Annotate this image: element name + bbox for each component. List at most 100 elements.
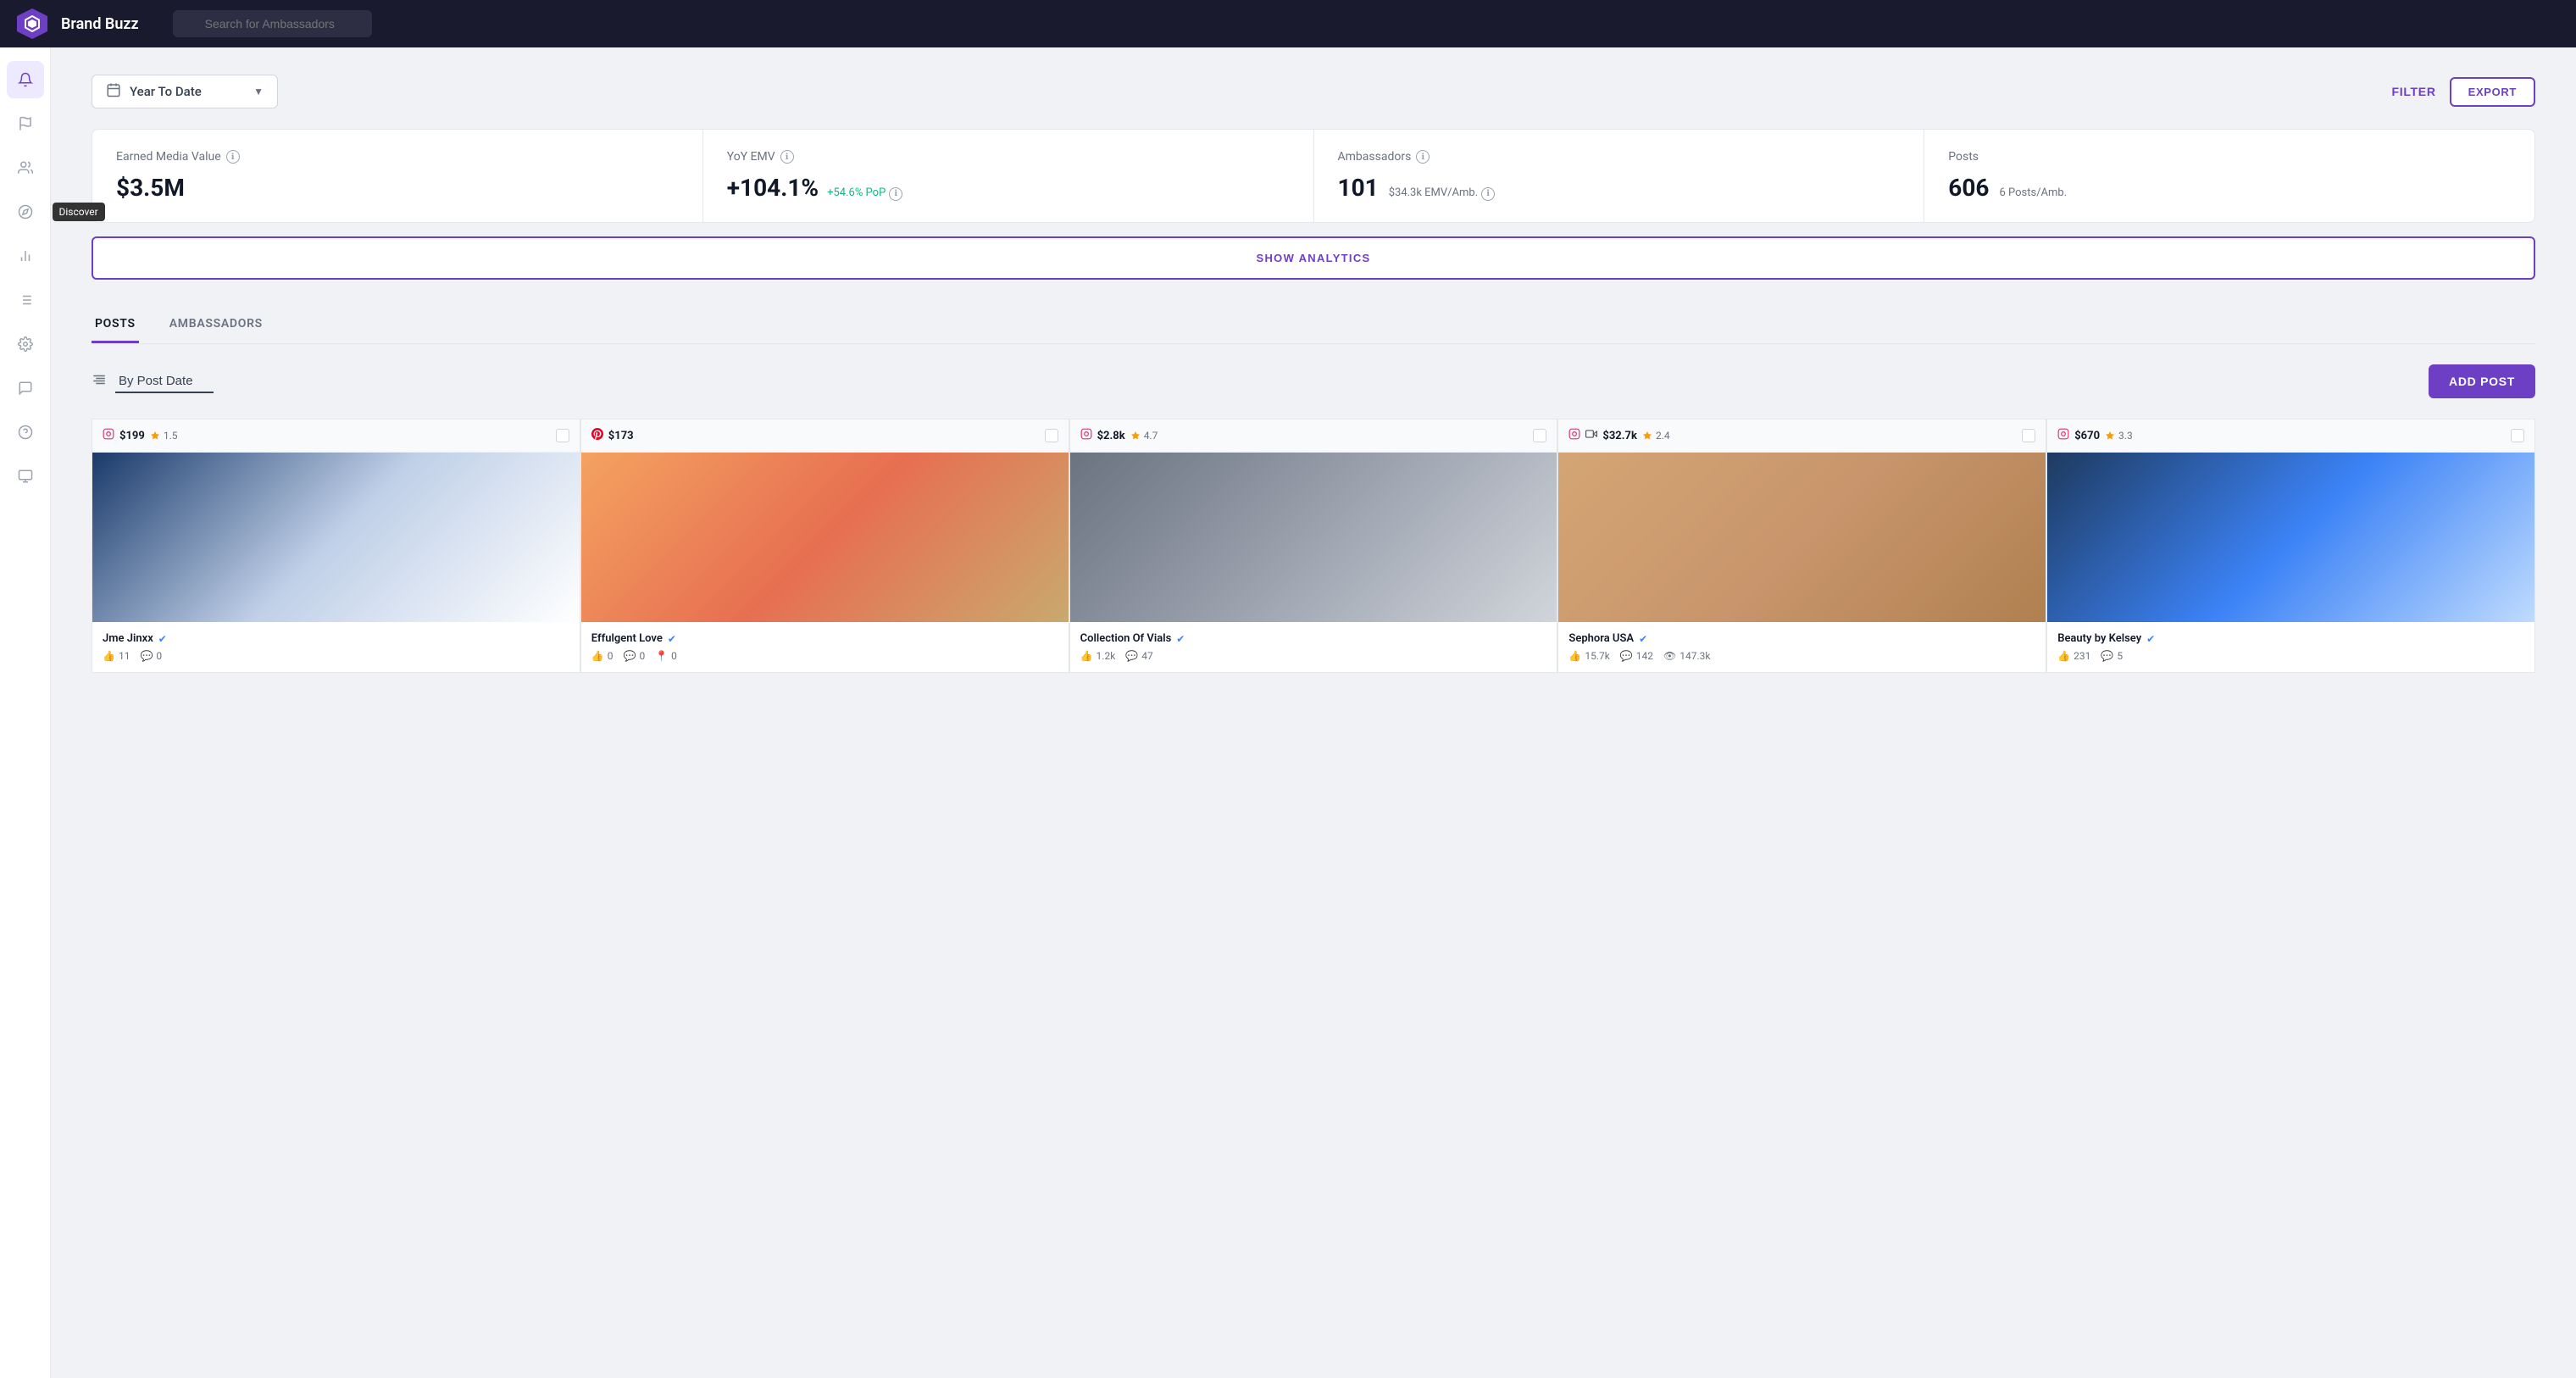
post-rating-3: 2.4 bbox=[1642, 430, 1670, 442]
post-author-4: Beauty by Kelsey ✔ bbox=[2057, 632, 2524, 645]
post-comments-4: 💬 5 bbox=[2101, 650, 2123, 662]
sort-select[interactable]: By Post Date bbox=[115, 370, 214, 393]
post-checkbox-4[interactable] bbox=[2511, 429, 2524, 442]
sort-filter: By Post Date bbox=[92, 370, 214, 393]
chevron-down-icon: ▼ bbox=[253, 86, 264, 97]
post-footer-2: Collection Of Vials ✔ 👍 1.2k 💬 47 bbox=[1070, 622, 1557, 672]
sidebar-item-settings[interactable] bbox=[7, 325, 44, 363]
post-rating-0: 1.5 bbox=[150, 430, 178, 442]
post-location-1: 📍 0 bbox=[655, 650, 677, 662]
sidebar-item-barchart[interactable] bbox=[7, 237, 44, 275]
date-filter-dropdown[interactable]: Year To Date ▼ bbox=[92, 75, 278, 108]
stat-cards: Earned Media Value ℹ $3.5M YoY EMV ℹ +10… bbox=[92, 129, 2535, 223]
post-image-0 bbox=[92, 453, 580, 622]
verified-icon-3: ✔ bbox=[1639, 633, 1647, 645]
comment-icon-1: 💬 bbox=[624, 650, 636, 662]
post-stats-3: 👍 15.7k 💬 142 👁 147.3k bbox=[1568, 650, 2035, 662]
sidebar-item-flag[interactable] bbox=[7, 105, 44, 142]
instagram-icon-3 bbox=[1568, 428, 1580, 443]
thumbs-up-icon-3: 👍 bbox=[1568, 650, 1581, 662]
yoy-info-icon[interactable]: ℹ bbox=[780, 150, 794, 164]
search-wrapper: 🔍 bbox=[173, 10, 681, 37]
sidebar-item-chat[interactable] bbox=[7, 370, 44, 407]
post-card-3: $32.7k 2.4 Sephora USA ✔ 👍 15.7 bbox=[1557, 419, 2046, 673]
post-comments-1: 💬 0 bbox=[624, 650, 646, 662]
post-card-header-3: $32.7k 2.4 bbox=[1558, 420, 2046, 453]
sidebar: Discover bbox=[0, 47, 51, 1378]
comment-icon-0: 💬 bbox=[140, 650, 153, 662]
post-checkbox-3[interactable] bbox=[2022, 429, 2035, 442]
app-title: Brand Buzz bbox=[61, 15, 139, 33]
topbar: Brand Buzz 🔍 bbox=[0, 0, 2576, 47]
post-author-name-0: Jme Jinxx bbox=[103, 632, 153, 645]
stat-label-emv: Earned Media Value ℹ bbox=[116, 150, 679, 164]
sidebar-item-list[interactable] bbox=[7, 281, 44, 319]
post-stats-1: 👍 0 💬 0 📍 0 bbox=[591, 650, 1058, 662]
stat-card-ambassadors: Ambassadors ℹ 101 $34.3k EMV/Amb. ℹ bbox=[1314, 130, 1924, 222]
post-author-0: Jme Jinxx ✔ bbox=[103, 632, 569, 645]
stat-label-ambassadors: Ambassadors ℹ bbox=[1338, 150, 1901, 164]
stat-sub-posts: 6 Posts/Amb. bbox=[1999, 186, 2067, 199]
add-post-button[interactable]: ADD POST bbox=[2429, 364, 2535, 398]
stat-sub-ambassadors: $34.3k EMV/Amb. bbox=[1389, 186, 1478, 199]
post-stats-2: 👍 1.2k 💬 47 bbox=[1080, 650, 1547, 662]
header-bar: Year To Date ▼ FILTER EXPORT bbox=[92, 75, 2535, 108]
sidebar-item-notifications[interactable] bbox=[7, 61, 44, 98]
post-card-header-0: $199 1.5 bbox=[92, 420, 580, 453]
post-likes-0: 👍 11 bbox=[103, 650, 130, 662]
post-meta-1: $173 bbox=[591, 428, 634, 443]
sidebar-item-discover[interactable]: Discover bbox=[7, 193, 44, 231]
stat-value-row-posts: 606 6 Posts/Amb. bbox=[1948, 174, 2511, 202]
amb-sub-info-icon[interactable]: ℹ bbox=[1481, 187, 1495, 201]
export-button[interactable]: EXPORT bbox=[2450, 77, 2535, 107]
amb-info-icon[interactable]: ℹ bbox=[1416, 150, 1430, 164]
header-actions: FILTER EXPORT bbox=[2391, 77, 2535, 107]
location-icon-1: 📍 bbox=[655, 650, 668, 662]
post-emv-4: $670 bbox=[2074, 430, 2100, 442]
tab-posts[interactable]: POSTS bbox=[92, 307, 139, 343]
instagram-icon-4 bbox=[2057, 428, 2069, 443]
post-checkbox-2[interactable] bbox=[1533, 429, 1546, 442]
post-author-name-2: Collection Of Vials bbox=[1080, 632, 1172, 645]
post-author-name-3: Sephora USA bbox=[1568, 632, 1634, 645]
app-logo[interactable] bbox=[17, 8, 47, 39]
stat-value-posts: 606 bbox=[1948, 174, 1989, 202]
post-card-header-4: $670 3.3 bbox=[2047, 420, 2534, 453]
tabs: POSTS AMBASSADORS bbox=[92, 307, 2535, 344]
stat-value-row-amb: 101 $34.3k EMV/Amb. ℹ bbox=[1338, 174, 1901, 202]
tab-ambassadors[interactable]: AMBASSADORS bbox=[166, 307, 266, 343]
post-comments-2: 💬 47 bbox=[1125, 650, 1152, 662]
stat-card-emv: Earned Media Value ℹ $3.5M bbox=[92, 130, 702, 222]
post-author-name-1: Effulgent Love bbox=[591, 632, 663, 645]
post-emv-3: $32.7k bbox=[1602, 430, 1637, 442]
post-meta-0: $199 1.5 bbox=[103, 428, 178, 443]
show-analytics-button[interactable]: SHOW ANALYTICS bbox=[92, 236, 2535, 280]
sidebar-item-people[interactable] bbox=[7, 149, 44, 186]
instagram-icon-2 bbox=[1080, 428, 1092, 443]
thumbs-up-icon-4: 👍 bbox=[2057, 650, 2070, 662]
stat-value-yoy: +104.1% bbox=[727, 174, 819, 202]
post-card-1: $173 Effulgent Love ✔ 👍 0 💬 0 bbox=[580, 419, 1069, 673]
calendar-icon bbox=[106, 82, 121, 101]
post-checkbox-0[interactable] bbox=[556, 429, 569, 442]
verified-icon-0: ✔ bbox=[158, 633, 167, 645]
sidebar-item-import[interactable] bbox=[7, 458, 44, 495]
verified-icon-1: ✔ bbox=[668, 633, 676, 645]
post-author-name-4: Beauty by Kelsey bbox=[2057, 632, 2141, 645]
search-input[interactable] bbox=[173, 10, 372, 37]
sort-icon bbox=[92, 372, 107, 392]
post-footer-0: Jme Jinxx ✔ 👍 11 💬 0 bbox=[92, 622, 580, 672]
sidebar-item-help[interactable] bbox=[7, 414, 44, 451]
posts-grid: $199 1.5 Jme Jinxx ✔ 👍 11 bbox=[92, 419, 2535, 673]
post-comments-0: 💬 0 bbox=[140, 650, 162, 662]
post-stats-0: 👍 11 💬 0 bbox=[103, 650, 569, 662]
post-card-header-2: $2.8k 4.7 bbox=[1070, 420, 1557, 453]
filter-button[interactable]: FILTER bbox=[2391, 85, 2435, 98]
emv-info-icon[interactable]: ℹ bbox=[226, 150, 240, 164]
post-checkbox-1[interactable] bbox=[1045, 429, 1058, 442]
post-card-0: $199 1.5 Jme Jinxx ✔ 👍 11 bbox=[92, 419, 580, 673]
post-emv-2: $2.8k bbox=[1097, 430, 1125, 442]
post-meta-4: $670 3.3 bbox=[2057, 428, 2133, 443]
yoy-sub-info-icon[interactable]: ℹ bbox=[889, 187, 902, 201]
pinterest-icon-1 bbox=[591, 428, 603, 443]
